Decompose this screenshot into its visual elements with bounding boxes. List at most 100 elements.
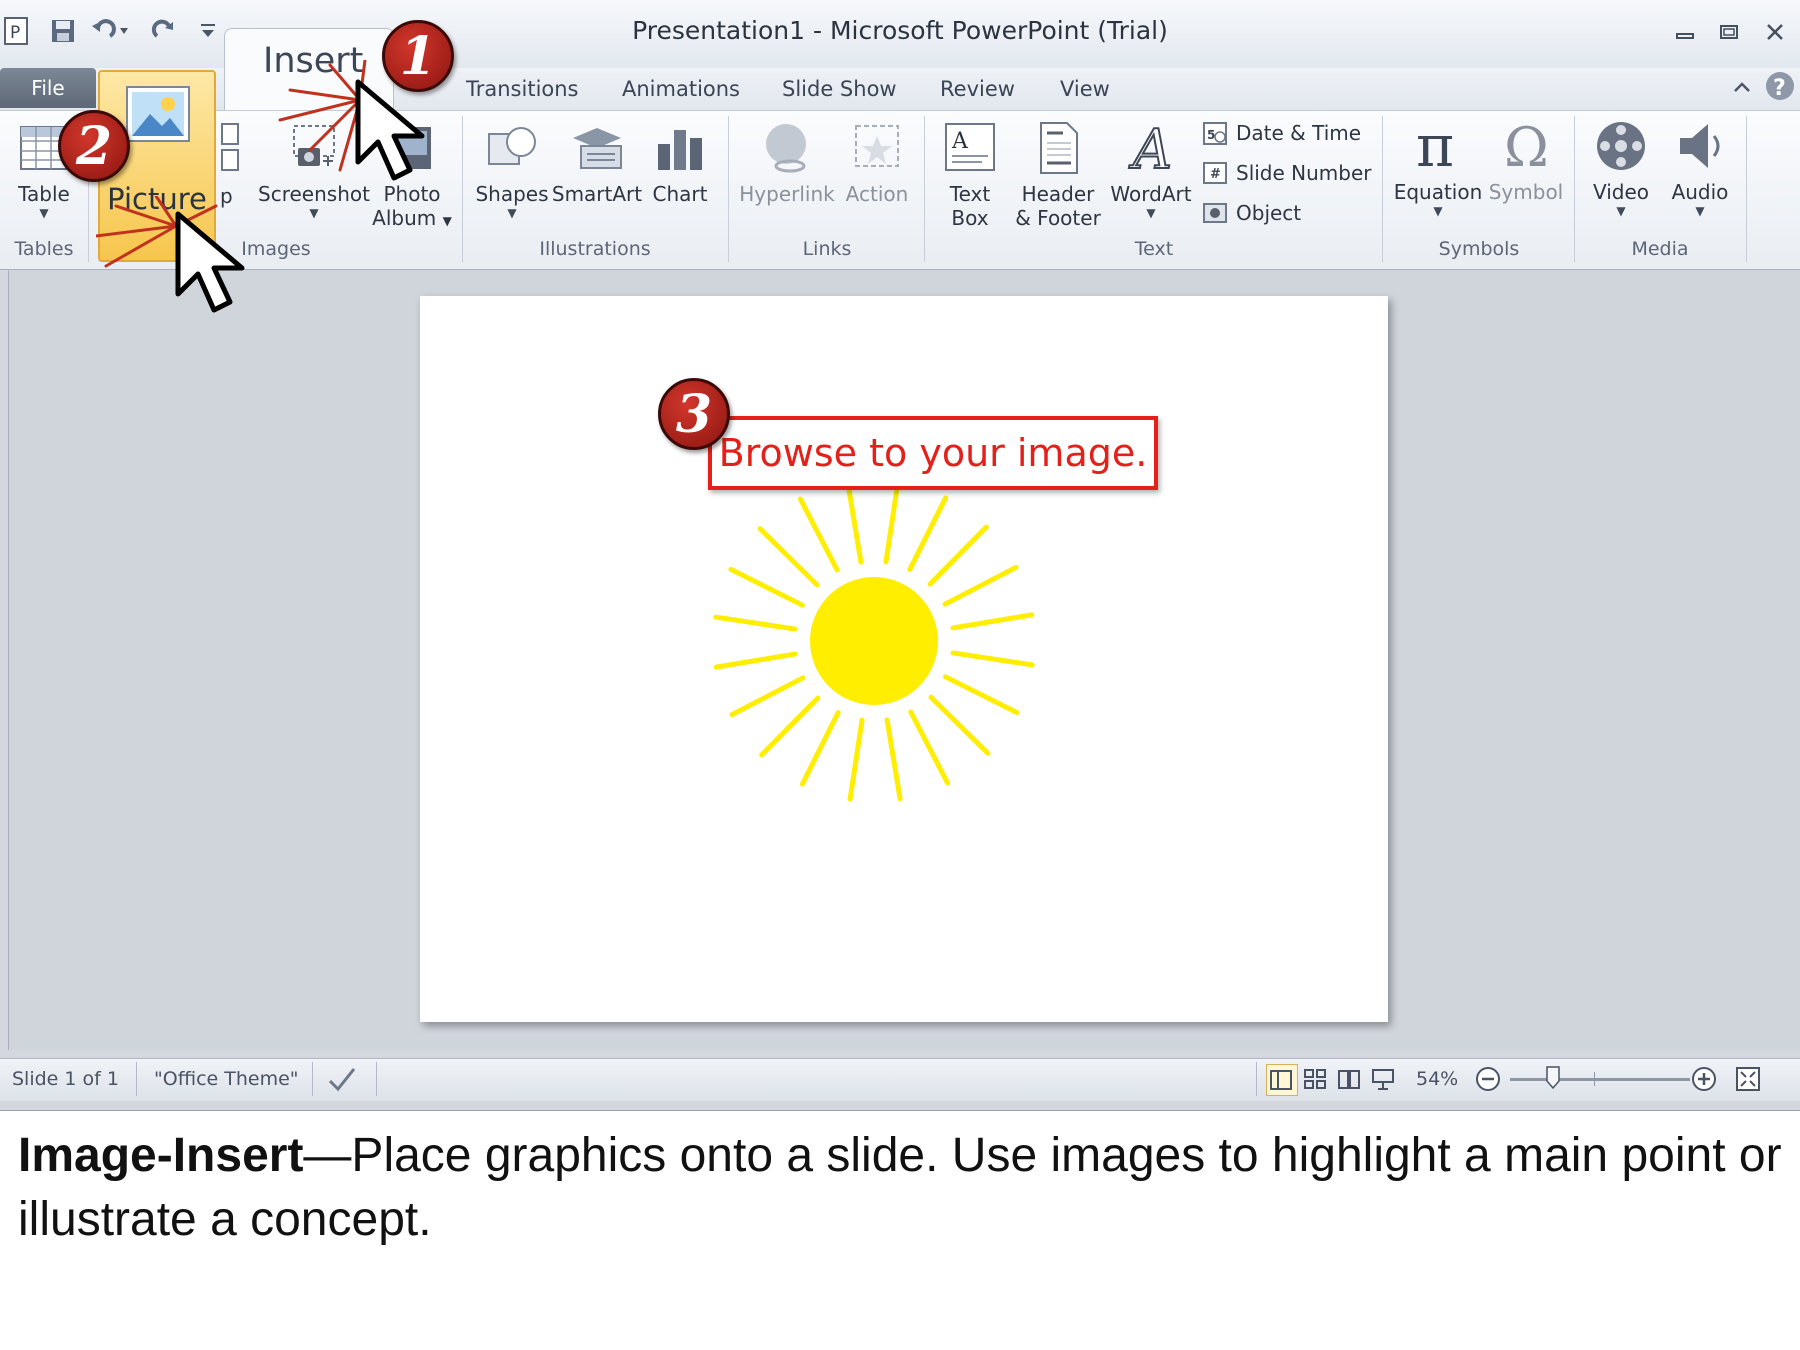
svg-text:Ω: Ω [1504, 118, 1549, 174]
tab-review[interactable]: Review [940, 72, 1015, 106]
zoom-slider-track[interactable] [1510, 1078, 1690, 1081]
audio-button[interactable]: Audio ▼ [1660, 118, 1740, 218]
normal-view-icon[interactable] [1266, 1064, 1298, 1096]
minimize-icon[interactable] [1668, 18, 1702, 48]
status-divider [312, 1062, 313, 1096]
smartart-icon [569, 120, 625, 176]
chart-button[interactable]: Chart [640, 120, 720, 206]
group-divider [1574, 116, 1575, 262]
svg-text:P: P [10, 23, 20, 43]
step-badge-1: 1 [382, 20, 454, 92]
undo-icon[interactable] [90, 14, 130, 48]
video-button[interactable]: Video ▼ [1580, 118, 1662, 218]
screenshot-button[interactable]: Screenshot ▼ [256, 120, 372, 220]
picture-icon [124, 84, 192, 144]
slideshow-view-icon[interactable] [1370, 1064, 1400, 1094]
tab-animations[interactable]: Animations [622, 72, 740, 106]
caption-title: Image-Insert [18, 1129, 304, 1182]
chevron-down-icon: ▼ [442, 214, 452, 228]
chevron-down-icon: ▼ [507, 206, 517, 220]
wordart-button[interactable]: A WordArt ▼ [1106, 120, 1196, 220]
status-divider [1256, 1062, 1257, 1096]
svg-text:?: ? [1773, 76, 1786, 101]
svg-text:π: π [1416, 118, 1454, 174]
shapes-button[interactable]: Shapes ▼ [470, 120, 554, 220]
zoom-slider-thumb[interactable] [1546, 1066, 1560, 1090]
theme-name: "Office Theme" [154, 1068, 299, 1090]
text-box-button[interactable]: A Text Box [932, 120, 1008, 230]
zoom-slider-tick [1594, 1072, 1595, 1086]
step-badge-3: 3 [658, 378, 730, 450]
date-time-button[interactable]: 5 Date & Time [1202, 116, 1361, 150]
tab-slide-show[interactable]: Slide Show [782, 72, 897, 106]
clip-art-icon [220, 120, 242, 176]
clip-art-button[interactable]: p [220, 184, 233, 208]
svg-text:5: 5 [1207, 128, 1215, 142]
customize-toolbar-icon[interactable] [196, 14, 220, 48]
chart-icon [652, 120, 708, 176]
svg-text:A: A [951, 129, 969, 154]
hyperlink-button[interactable]: Hyperlink [736, 120, 838, 206]
tab-view[interactable]: View [1060, 72, 1110, 106]
speaker-icon [1672, 118, 1728, 174]
group-label-links: Links [802, 238, 852, 260]
spell-check-icon[interactable] [326, 1064, 362, 1094]
group-label-text: Text [1134, 238, 1174, 260]
omega-icon: Ω [1498, 118, 1554, 174]
hyperlink-icon [759, 120, 815, 176]
sun-clipart [713, 480, 1035, 802]
film-reel-icon [1593, 118, 1649, 174]
smartart-button[interactable]: SmartArt [552, 120, 642, 206]
slide-canvas[interactable] [420, 296, 1388, 1022]
action-button[interactable]: Action [836, 120, 918, 206]
slide-sorter-icon[interactable] [1302, 1064, 1332, 1094]
step-badge-2: 2 [58, 110, 130, 182]
tab-insert[interactable]: Insert [224, 28, 394, 112]
group-divider [1382, 116, 1383, 262]
powerpoint-app-icon[interactable]: P [2, 14, 30, 48]
close-icon[interactable] [1758, 18, 1792, 48]
chevron-down-icon: ▼ [39, 206, 49, 220]
minimize-ribbon-icon[interactable] [1730, 76, 1754, 100]
text-box-icon: A [942, 120, 998, 176]
chevron-down-icon: ▼ [1616, 204, 1626, 218]
zoom-out-icon[interactable] [1474, 1064, 1504, 1094]
photo-album-icon [384, 120, 440, 176]
chevron-down-icon: ▼ [1146, 206, 1156, 220]
zoom-in-icon[interactable] [1690, 1064, 1720, 1094]
fit-to-window-icon[interactable] [1734, 1064, 1764, 1094]
help-icon[interactable]: ? [1764, 70, 1796, 102]
group-label-symbols: Symbols [1438, 238, 1520, 260]
screenshot-icon [286, 120, 342, 176]
redo-icon[interactable] [150, 14, 178, 48]
group-divider [462, 116, 463, 262]
object-button[interactable]: Object [1202, 196, 1301, 230]
restore-icon[interactable] [1712, 18, 1746, 48]
caption-text: Image-Insert—Place graphics onto a slide… [18, 1124, 1800, 1252]
action-icon [849, 120, 905, 176]
header-footer-icon [1030, 120, 1086, 176]
photo-album-button[interactable]: Photo Album ▼ [370, 120, 454, 233]
picture-button[interactable]: Picture [98, 182, 216, 216]
slide-number-icon: # [1202, 160, 1228, 186]
group-label-tables: Tables [14, 238, 74, 260]
save-icon[interactable] [48, 14, 78, 48]
wordart-icon: A [1123, 120, 1179, 176]
chevron-down-icon: ▼ [1433, 204, 1443, 218]
calendar-icon: 5 [1202, 120, 1228, 146]
shapes-icon [484, 120, 540, 176]
group-divider [728, 116, 729, 262]
group-divider [924, 116, 925, 262]
group-label-illustrations: Illustrations [539, 238, 651, 260]
header-footer-button[interactable]: Header & Footer [1010, 120, 1106, 230]
equation-button[interactable]: π Equation ▼ [1390, 118, 1486, 218]
tab-file[interactable]: File [0, 68, 96, 108]
slide-number-button[interactable]: # Slide Number [1202, 156, 1372, 190]
zoom-level[interactable]: 54% [1416, 1064, 1458, 1094]
browse-callout: Browse to your image. [708, 416, 1158, 490]
reading-view-icon[interactable] [1336, 1064, 1366, 1094]
window-title: Presentation1 - Microsoft PowerPoint (Tr… [632, 16, 1168, 45]
tab-transitions[interactable]: Transitions [466, 72, 579, 106]
group-divider [1746, 116, 1747, 262]
symbol-button[interactable]: Ω Symbol [1484, 118, 1568, 204]
